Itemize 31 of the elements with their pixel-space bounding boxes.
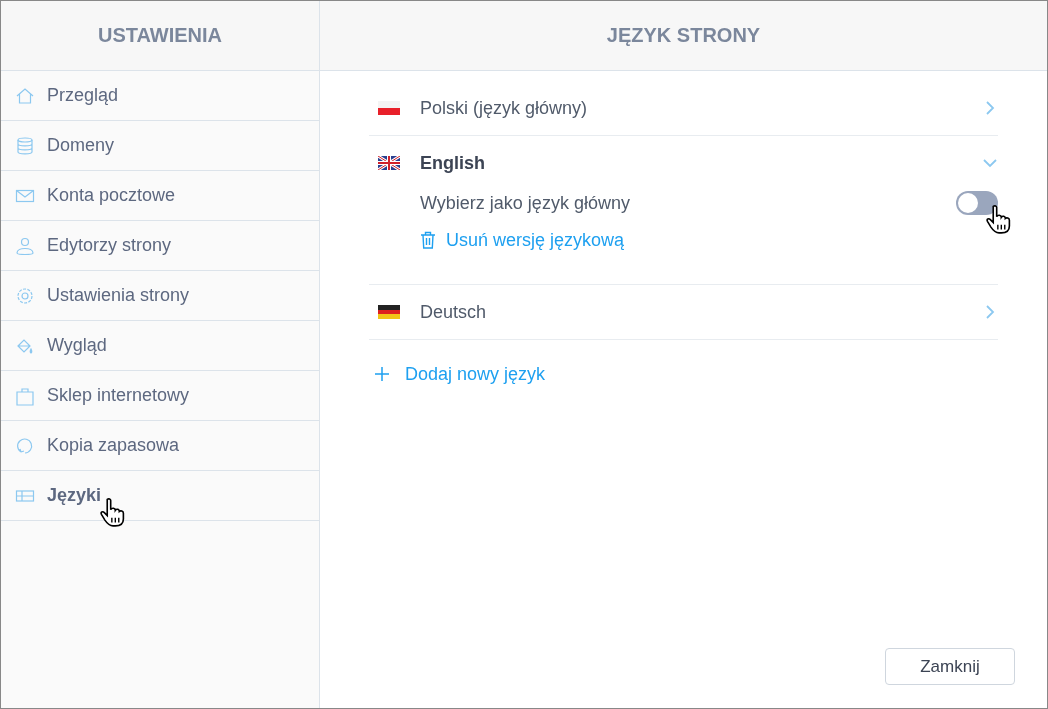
toggle-switch[interactable] — [956, 191, 998, 215]
sidebar-item[interactable]: Sklep internetowy — [1, 371, 319, 421]
uk-flag-icon — [378, 156, 400, 170]
poland-flag-icon — [378, 101, 400, 115]
shopping-bag-icon — [15, 385, 35, 406]
delete-language-link[interactable]: Usuń wersję językową — [446, 229, 625, 251]
sidebar-item[interactable]: Wygląd — [1, 321, 319, 371]
database-icon — [15, 135, 35, 156]
page-title: JĘZYK STRONY — [606, 24, 761, 47]
trash-icon[interactable] — [420, 231, 436, 249]
sidebar-item[interactable]: Domeny — [1, 121, 319, 171]
hand-cursor-icon — [99, 497, 127, 527]
sidebar-item[interactable]: Ustawienia strony — [1, 271, 319, 321]
language-name[interactable]: Deutsch — [420, 301, 982, 323]
settings-icon — [15, 285, 35, 306]
language-name[interactable]: Polski (język główny) — [420, 97, 982, 119]
sidebar-item[interactable]: Języki — [1, 471, 319, 521]
add-language-link[interactable]: Dodaj nowy język — [405, 363, 546, 385]
sidebar-item[interactable]: Kopia zapasowa — [1, 421, 319, 471]
language-name[interactable]: English — [420, 152, 982, 174]
sidebar-item[interactable]: Konta pocztowe — [1, 171, 319, 221]
sidebar-item[interactable]: Edytorzy strony — [1, 221, 319, 271]
plus-icon[interactable] — [375, 367, 389, 381]
toggle-label: Wybierz jako język główny — [420, 192, 631, 214]
germany-flag-icon — [378, 305, 400, 319]
circular-arrow-icon — [15, 435, 35, 456]
close-button[interactable]: Zamknij — [885, 648, 1015, 685]
sidebar-item[interactable]: Przegląd — [1, 71, 319, 121]
user-icon — [15, 235, 35, 256]
hand-cursor-icon — [985, 204, 1013, 234]
sidebar-title: USTAWIENIA — [97, 24, 223, 47]
